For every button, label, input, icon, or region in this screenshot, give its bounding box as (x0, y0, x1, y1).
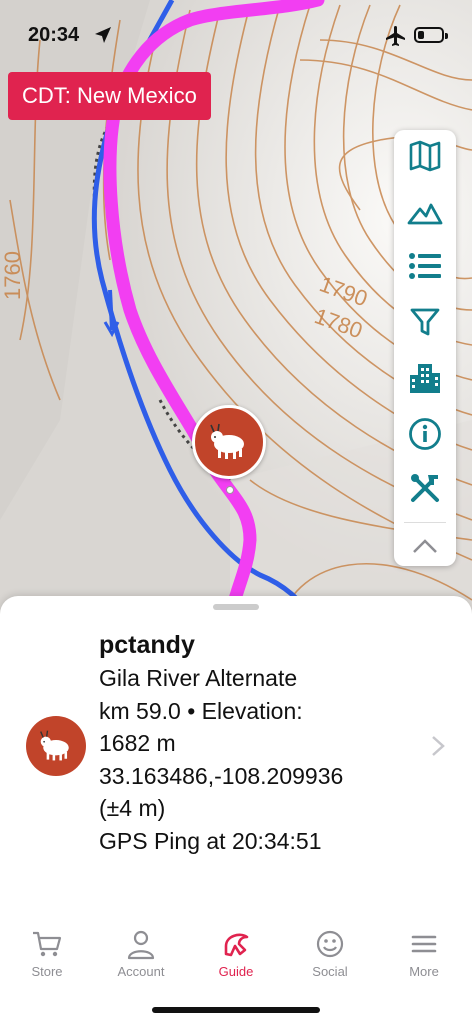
tab-label-more: More (409, 964, 439, 979)
chevron-right-icon[interactable] (428, 734, 448, 758)
map-icon (409, 140, 441, 172)
tab-label-social: Social (312, 964, 348, 979)
info-button[interactable] (405, 414, 445, 454)
mountain-goat-icon (40, 730, 69, 761)
status-bar: 20:34 (0, 0, 472, 72)
battery-icon (414, 27, 448, 43)
list-button[interactable] (405, 246, 445, 286)
airplane-mode-icon (386, 26, 405, 46)
smiley-icon (316, 930, 344, 958)
river-arrow (108, 289, 114, 331)
tab-label-guide: Guide (218, 964, 254, 979)
elevation-value: 1682 m (99, 730, 176, 756)
coordinates: 33.163486,-108.209936 (99, 762, 344, 789)
km-elevation: km 59.0 • Elevation: (99, 697, 303, 724)
contour-label-1760: 1760 (0, 251, 25, 300)
sheet-grab-handle[interactable] (213, 604, 259, 610)
username: pctandy (99, 631, 195, 659)
mountain-goat-icon (210, 423, 244, 459)
terrain-icon (407, 203, 443, 225)
tab-label-store: Store (31, 964, 63, 979)
city-icon (410, 364, 440, 393)
location-arrow-icon (95, 27, 111, 43)
terrain-button[interactable] (405, 192, 445, 232)
guide-logo-icon (224, 933, 249, 957)
gps-ping-time: GPS Ping at 20:34:51 (99, 827, 322, 854)
filter-icon (410, 308, 440, 336)
towns-button[interactable] (405, 358, 445, 398)
tab-more[interactable]: More (377, 924, 471, 994)
tools-icon (411, 474, 439, 502)
avatar (26, 716, 86, 776)
tab-bar: Store Account Guide Social More (0, 924, 472, 994)
map-tool-panel (394, 130, 456, 566)
list-icon (409, 253, 441, 279)
user-location-marker[interactable] (192, 405, 266, 479)
status-time: 20:34 (28, 24, 80, 46)
trail-name-badge[interactable]: CDT: New Mexico (8, 72, 211, 120)
filter-button[interactable] (405, 302, 445, 342)
tab-label-account: Account (117, 964, 165, 979)
tools-button[interactable] (405, 468, 445, 508)
tab-social[interactable]: Social (283, 924, 377, 994)
gps-point (226, 486, 234, 494)
collapse-panel-button[interactable] (405, 526, 445, 566)
info-icon (409, 418, 441, 450)
gps-accuracy: (±4 m) (99, 795, 166, 821)
hamburger-icon (411, 935, 437, 953)
tab-account[interactable]: Account (94, 924, 188, 994)
map-layers-button[interactable] (405, 136, 445, 176)
user-info: pctandy Gila River Alternate km 59.0 • E… (99, 628, 419, 857)
chevron-up-icon (413, 539, 437, 553)
cart-icon (33, 931, 62, 957)
tab-store[interactable]: Store (0, 924, 94, 994)
route-name: Gila River Alternate (99, 665, 298, 691)
person-icon (127, 930, 155, 960)
tab-guide[interactable]: Guide (189, 924, 283, 994)
home-indicator[interactable] (152, 1007, 320, 1013)
